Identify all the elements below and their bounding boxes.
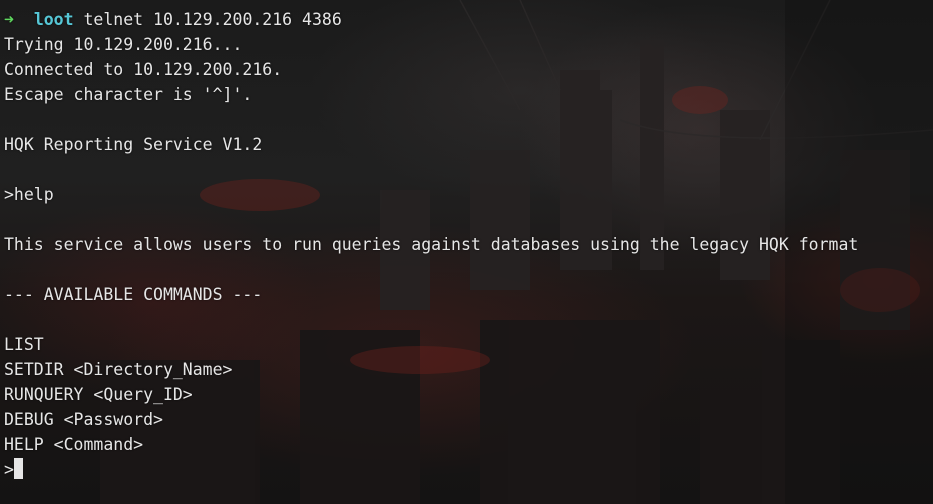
input-prompt: > bbox=[4, 460, 14, 479]
output-line: SETDIR <Directory_Name> bbox=[4, 360, 233, 379]
prompt-arrow-icon: ➜ bbox=[4, 10, 14, 29]
prompt-command: telnet 10.129.200.216 4386 bbox=[83, 10, 342, 29]
prompt-directory: loot bbox=[33, 10, 74, 29]
output-line: Escape character is '^]'. bbox=[4, 85, 253, 104]
output-line: Trying 10.129.200.216... bbox=[4, 35, 243, 54]
output-line: Connected to 10.129.200.216. bbox=[4, 60, 283, 79]
output-line: LIST bbox=[4, 335, 44, 354]
output-line: DEBUG <Password> bbox=[4, 410, 163, 429]
output-line: >help bbox=[4, 185, 54, 204]
prompt-line: ➜ loot telnet 10.129.200.216 4386 bbox=[4, 7, 933, 32]
output-line: --- AVAILABLE COMMANDS --- bbox=[4, 285, 263, 304]
output-line: HQK Reporting Service V1.2 bbox=[4, 135, 263, 154]
output-line: This service allows users to run queries… bbox=[4, 235, 859, 254]
text-cursor[interactable] bbox=[13, 458, 23, 479]
output-line: HELP <Command> bbox=[4, 435, 144, 454]
output-line: RUNQUERY <Query_ID> bbox=[4, 385, 193, 404]
terminal-output: ➜ loot telnet 10.129.200.216 4386 Trying… bbox=[4, 7, 933, 482]
terminal-window[interactable]: ➜ loot telnet 10.129.200.216 4386 Trying… bbox=[0, 0, 933, 504]
input-line[interactable]: > bbox=[4, 457, 933, 482]
